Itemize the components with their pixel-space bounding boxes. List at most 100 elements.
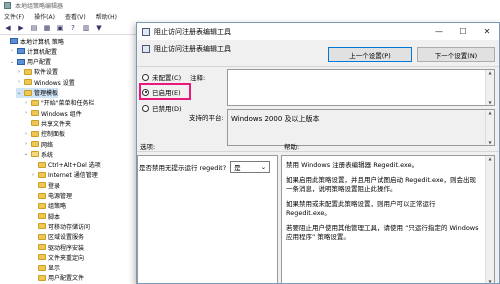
window-controls: — ☐ ✕ [427,23,499,40]
tree-item[interactable]: ⌄ 系统 [23,149,53,159]
tree-item[interactable]: › 网络 [23,139,53,149]
folder-icon [38,171,46,178]
radio-not-configured[interactable]: 未配置(C) [142,72,181,82]
tree-item-label: 管理模板 [34,90,59,97]
expand-arrow-icon[interactable]: › [23,100,29,106]
regedit-silent-select[interactable]: 是 ⌄ [230,161,271,173]
menu-view[interactable]: 查看(V) [65,12,86,21]
folder-icon [24,79,32,86]
tree-item[interactable]: 用户配置文件 [30,273,84,283]
tree-item[interactable]: › Windows 设置 [16,77,75,87]
mmc-title: 本地组策略编辑器 [15,3,64,10]
expand-arrow-icon[interactable]: ⌄ [23,151,29,157]
divider [137,151,499,152]
radio-circle[interactable] [142,73,149,81]
comment-scrollbar[interactable]: ▲ ▼ [485,70,494,105]
tree-item-label: 脚本 [48,213,61,221]
expand-arrow-icon[interactable]: ⌄ [9,59,15,65]
tree-item-label: 文件夹重定向 [48,254,85,262]
menu-action[interactable]: 操作(A) [34,12,55,21]
tree-item[interactable]: › "开始"菜单和任务栏 [23,98,95,108]
tree-item[interactable]: 电源管理 [30,191,72,201]
tree-item[interactable]: › Windows 组件 [23,108,82,118]
expand-arrow-icon[interactable]: › [23,110,29,116]
folder-icon [38,244,46,250]
tree-item-label: Windows 设置 [34,79,75,87]
tree-item-label: 登录 [48,182,61,190]
help-icon[interactable]: ? [68,23,78,33]
help-label: 帮助: [284,143,300,151]
policy-tree[interactable]: 本地计算机 策略 › 计算机配置 ⌄ 用户配置 › 软件设置 › Windows 设置 ⌄ 管理模板… [0,36,140,284]
tree-item[interactable]: 文件夹重定向 [30,252,84,262]
tree-item-label: 显示 [48,265,61,273]
expand-arrow-icon[interactable]: › [23,131,29,137]
tree-item[interactable]: 可移动存储访问 [30,221,90,231]
tree-item-label: 区域设置服务 [48,234,85,242]
up-folder-icon[interactable]: ▤ [29,23,39,33]
next-setting-button[interactable]: 下一个设置(N) [417,47,495,62]
comment-textarea[interactable]: ▲ ▼ [227,69,495,106]
menu-file[interactable]: 文件(F) [4,12,24,21]
policy-editor-icon [4,2,11,9]
supported-platforms-box: Windows 2000 及以上版本 ▲ ▼ [227,109,495,146]
folder-icon [31,151,39,158]
tree-item[interactable]: › 软件设置 [16,67,58,77]
folder-icon [31,120,39,127]
tree-item[interactable]: 区域设置服务 [30,232,84,242]
tree-item-label: Internet 通信管理 [48,172,98,180]
tree-item[interactable]: Ctrl+Alt+Del 选项 [30,160,101,170]
folder-icon [24,89,32,96]
tree-item[interactable]: 本地计算机 策略 [2,36,64,46]
properties-icon[interactable]: ▥ [81,23,91,33]
menu-help[interactable]: 帮助(H) [96,12,117,21]
expand-arrow-icon[interactable]: › [16,79,22,85]
tree-item[interactable]: 组策略 [30,201,66,211]
tree-item[interactable]: 脚本 [30,211,60,221]
tree-item[interactable]: 显示 [30,263,60,273]
tree-item[interactable]: ⌄ 用户配置 [9,57,51,67]
expand-arrow-icon[interactable]: › [23,141,29,147]
options-panel [137,155,278,283]
tree-item-label: 组策略 [48,203,67,211]
setting-header: 阻止访问注册表编辑工具 [142,44,231,54]
tree-item[interactable]: 驱动程序安装 [30,242,84,252]
tree-item[interactable]: › 控制面板 [23,129,65,139]
maximize-icon[interactable]: ☐ [451,23,475,40]
tree-item[interactable]: ⌄ 管理模板 [16,87,59,98]
close-icon[interactable]: ✕ [475,23,499,40]
expand-arrow-icon[interactable]: › [30,172,36,178]
filter-icon[interactable]: ▼ [94,23,104,33]
back-icon[interactable]: ◀ [3,23,13,33]
comment-label: 注释: [190,74,206,82]
tree-item[interactable]: 共享文件夹 [23,118,71,128]
radio-circle[interactable] [142,104,149,112]
previous-setting-button[interactable]: 上一个设置(P) [328,47,412,62]
folder-icon [31,99,39,106]
tree-item[interactable]: 登录 [30,180,60,190]
select-value: 是 [234,164,241,172]
export-icon[interactable]: ▣ [55,23,65,33]
folder-icon [38,274,46,281]
tree-item[interactable]: › Internet 通信管理 [30,170,98,180]
help-scrollbar[interactable]: ▲ ▼ [485,156,494,283]
expand-arrow-icon[interactable]: › [9,48,15,54]
divider [137,66,499,67]
folder-icon [31,141,39,147]
mmc-menu-bar: 文件(F) 操作(A) 查看(V) 帮助(H) [0,11,500,22]
tree-item[interactable]: › 计算机配置 [9,46,57,56]
expand-arrow-icon[interactable]: › [16,69,22,75]
radio-not-configured-label: 未配置(C) [152,74,182,82]
expand-arrow-icon[interactable]: ⌄ [16,90,22,96]
help-paragraph: 禁用 Windows 注册表编辑器 Regedit.exe。 [286,161,419,169]
radio-disabled[interactable]: 已禁用(D) [142,103,182,113]
mmc-title-bar: 本地组策略编辑器 [0,0,500,11]
supported-scrollbar[interactable]: ▲ ▼ [485,110,494,145]
forward-icon[interactable]: ▶ [16,23,26,33]
mmc-toolbar: ◀ ▶ ▤ ▦ ▣ ? ▥ ▼ [0,22,140,35]
show-tree-icon[interactable]: ▦ [42,23,52,33]
folder-icon [38,202,46,209]
folder-icon [38,264,46,271]
help-panel: 禁用 Windows 注册表编辑器 Regedit.exe。 如果启用此策略设置… [281,155,495,283]
minimize-icon[interactable]: — [427,23,451,40]
dialog-title: 阻止访问注册表编辑工具 [154,27,231,36]
